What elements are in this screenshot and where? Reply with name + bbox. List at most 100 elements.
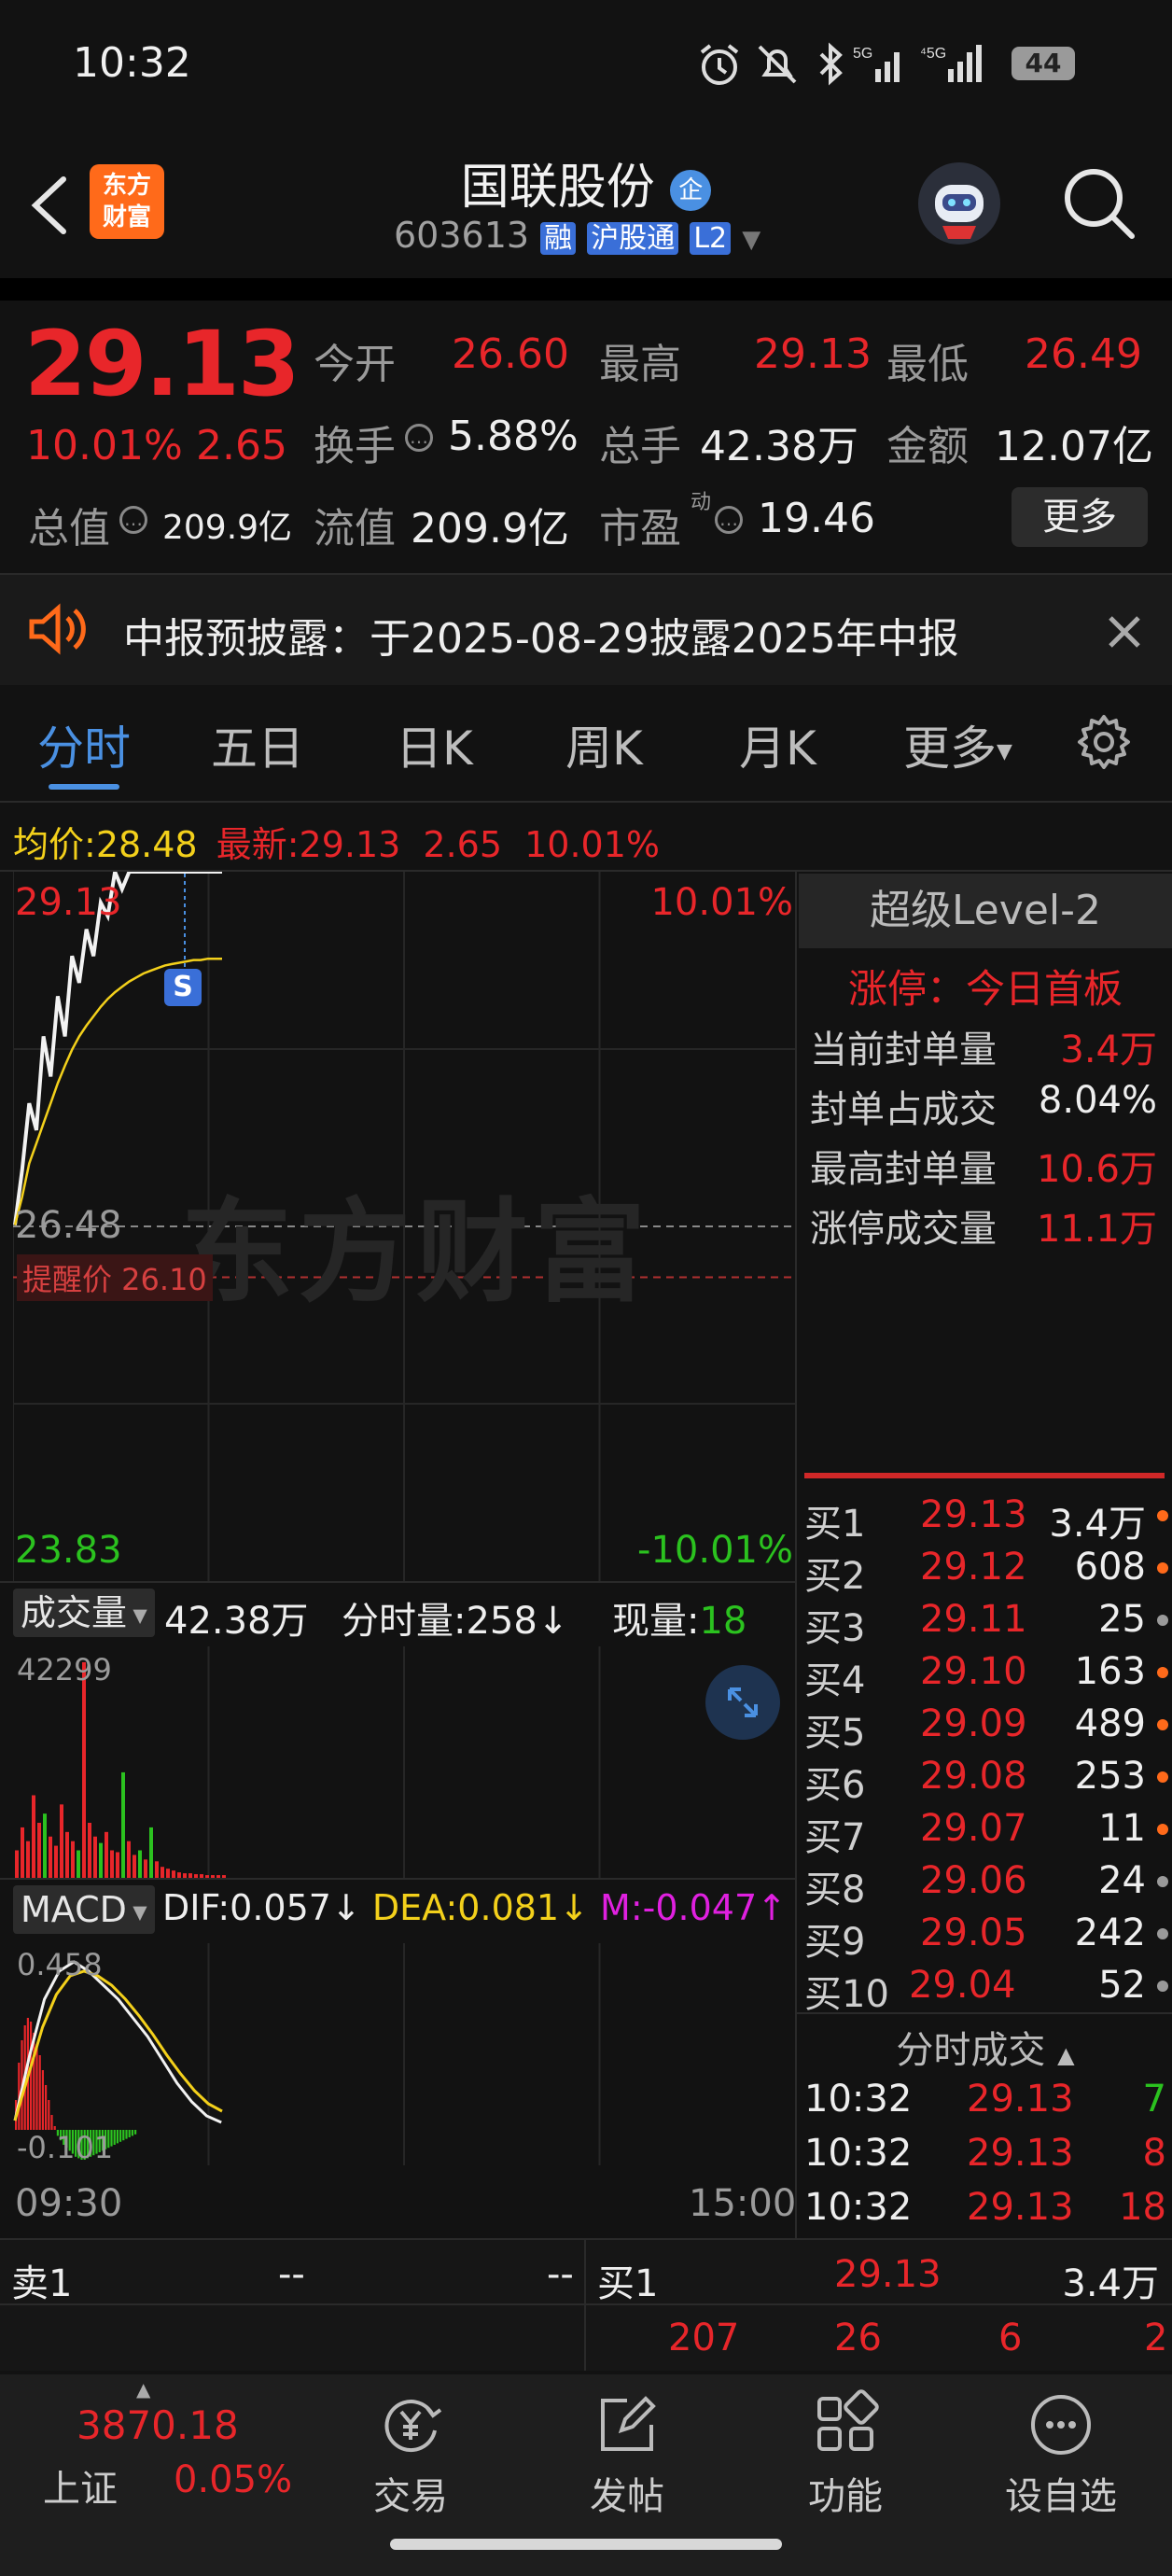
stat-value-turnover: 5.88% [448,413,579,460]
level2-header[interactable]: 超级Level-2 [799,874,1172,948]
tab-weekly-k[interactable]: 周K [565,711,643,778]
caret-up-icon: ▲ [136,2378,151,2401]
bottom-nav: ▲ 3870.18 上证 0.05% 交易 发帖 功能 设自选 [0,2374,1172,2576]
volume-bar [138,1850,142,1878]
buy-volume: 11 [1098,1807,1146,1850]
sell1-price: -- [278,2253,305,2296]
bottom-quote-strip[interactable]: 卖1 -- -- 买1 29.13 3.4万 207 26 6 2 [0,2240,1172,2371]
volume-bar [155,1861,159,1878]
axis-mid-price: 26.48 [15,1204,122,1247]
buy-row-3: 买3 29.11 25 [804,1598,1170,1650]
nav-functions[interactable]: 功能 [789,2387,901,2527]
buy-price: 29.06 [920,1859,1027,1902]
buy-label: 买7 [804,1816,866,1859]
tick-volume: 18 [1119,2186,1166,2229]
tab-more[interactable]: 更多▼ [903,711,1012,778]
buy-price: 29.09 [920,1702,1027,1745]
tab-intraday[interactable]: 分时 [37,711,131,778]
notice-bar[interactable]: 中报预披露：于2025-08-29披露2025年中报 [0,575,1172,685]
info-icon[interactable]: … [405,424,433,452]
buy-price: 29.08 [920,1755,1027,1798]
tab-five-day[interactable]: 五日 [211,711,304,778]
macd-histogram-bar [131,2130,133,2136]
time-start: 09:30 [15,2182,123,2225]
stat-value-amount: 12.07亿 [995,423,1153,470]
stat-label-turnover: 换手 [314,423,396,470]
nav-trade[interactable]: 交易 [355,2387,467,2527]
stat-value-low: 26.49 [1025,330,1142,378]
l2-value-3: 10.6万 [1036,1148,1157,1191]
alert-price-label[interactable]: 提醒价 26.10 [17,1254,213,1301]
more-button[interactable]: 更多 [1012,487,1148,547]
macd-dea: DEA:0.081 [371,1887,560,1928]
axis-top-pct: 10.01% [650,881,793,924]
tick-row-2: 10:32 29.13 8 [804,2132,1166,2175]
queue-number: 207 [668,2317,740,2359]
search-button[interactable] [1060,164,1138,243]
buy-volume: 253 [1074,1755,1146,1798]
buy-label: 买4 [804,1659,866,1702]
macd-top-label: 0.458 [17,1947,103,1982]
nav-watchlist[interactable]: 设自选 [991,2387,1131,2527]
sell1-volume: -- [547,2253,574,2296]
axis-bottom-price: 23.83 [15,1529,122,1572]
tick-time: 10:32 [804,2186,913,2229]
change-amount: 2.65 [196,422,287,469]
volume-chart[interactable]: 42299 [13,1646,795,1878]
tab-active-underline [49,784,119,790]
avg-label: 均价: [13,824,96,865]
volume-bar [15,1850,19,1878]
info-icon[interactable]: … [119,506,147,534]
robot-avatar[interactable] [914,159,1004,248]
stat-value-volume: 42.38万 [700,423,858,470]
stock-code-row[interactable]: 603613 融 沪股通 L2 ▼ [394,215,760,256]
macd-histogram-bar [48,2100,50,2130]
signal-s-marker[interactable]: S [164,969,202,1006]
settings-button[interactable] [1075,713,1133,771]
avg-value: 28.48 [95,824,198,865]
buy-price: 29.12 [920,1546,1027,1589]
nav-watchlist-label: 设自选 [1005,2475,1117,2518]
buy-row-10: 买10 29.04 52 [804,1964,1170,2016]
tab-monthly-k[interactable]: 月K [739,711,816,778]
bar-vol-label: 分时量: [342,1600,467,1643]
volume-bar [99,1842,103,1878]
macd-selector[interactable]: MACD ▼ [13,1885,155,1934]
l2-label-1: 当前封单量 [810,1029,997,1071]
caret-down-icon: ▼ [997,740,1012,763]
expand-button[interactable] [705,1665,780,1740]
volume-bar [49,1836,52,1878]
home-indicator[interactable] [390,2539,782,2550]
watermark: 东方财富 [181,1188,651,1318]
tab-daily-k[interactable]: 日K [396,711,473,778]
volume-selector[interactable]: 成交量 ▼ [13,1589,155,1637]
macd-chart[interactable]: 0.458 -0.101 [13,1943,795,2165]
notice-text: 中报预披露：于2025-08-29披露2025年中报 [123,615,959,663]
volume-bar [160,1867,164,1878]
enterprise-badge[interactable]: 企 [670,170,712,211]
buy1-volume: 3.4万 [1062,2262,1159,2305]
volume-bar [77,1850,80,1878]
buy-row-7: 买7 29.07 11 [804,1807,1170,1859]
buy-row-4: 买4 29.10 163 [804,1650,1170,1702]
tag-l2: L2 [690,222,732,255]
tick-volume: 7 [1142,2078,1166,2121]
buy-row-9: 买9 29.05 242 [804,1911,1170,1964]
macd-histogram-bar [134,2130,137,2135]
limit-up-label: 涨停：今日首板 [847,966,1123,1012]
price-chart[interactable]: 东方财富 29.13 10.01% 26.48 提醒价 26.10 23.83 … [13,872,795,1581]
close-notice-button[interactable] [1101,609,1148,655]
dot-indicator [1157,1562,1168,1574]
buy-row-2: 买2 29.12 608 [804,1546,1170,1598]
stat-label-amount: 金额 [886,423,969,470]
tick-row-1: 10:32 29.13 7 [804,2078,1166,2121]
nav-post[interactable]: 发帖 [571,2387,683,2527]
ticks-header[interactable]: 分时成交 ▲ [799,2020,1172,2074]
index-ticker[interactable]: ▲ 3870.18 上证 0.05% [0,2374,299,2542]
search-icon [1065,169,1135,239]
info-icon[interactable]: … [715,506,743,534]
volume-bar [121,1771,125,1878]
stat-pe-sup: 动 [691,491,712,514]
nav-post-label: 发帖 [590,2475,664,2518]
macd-chart-svg [13,1943,601,2165]
